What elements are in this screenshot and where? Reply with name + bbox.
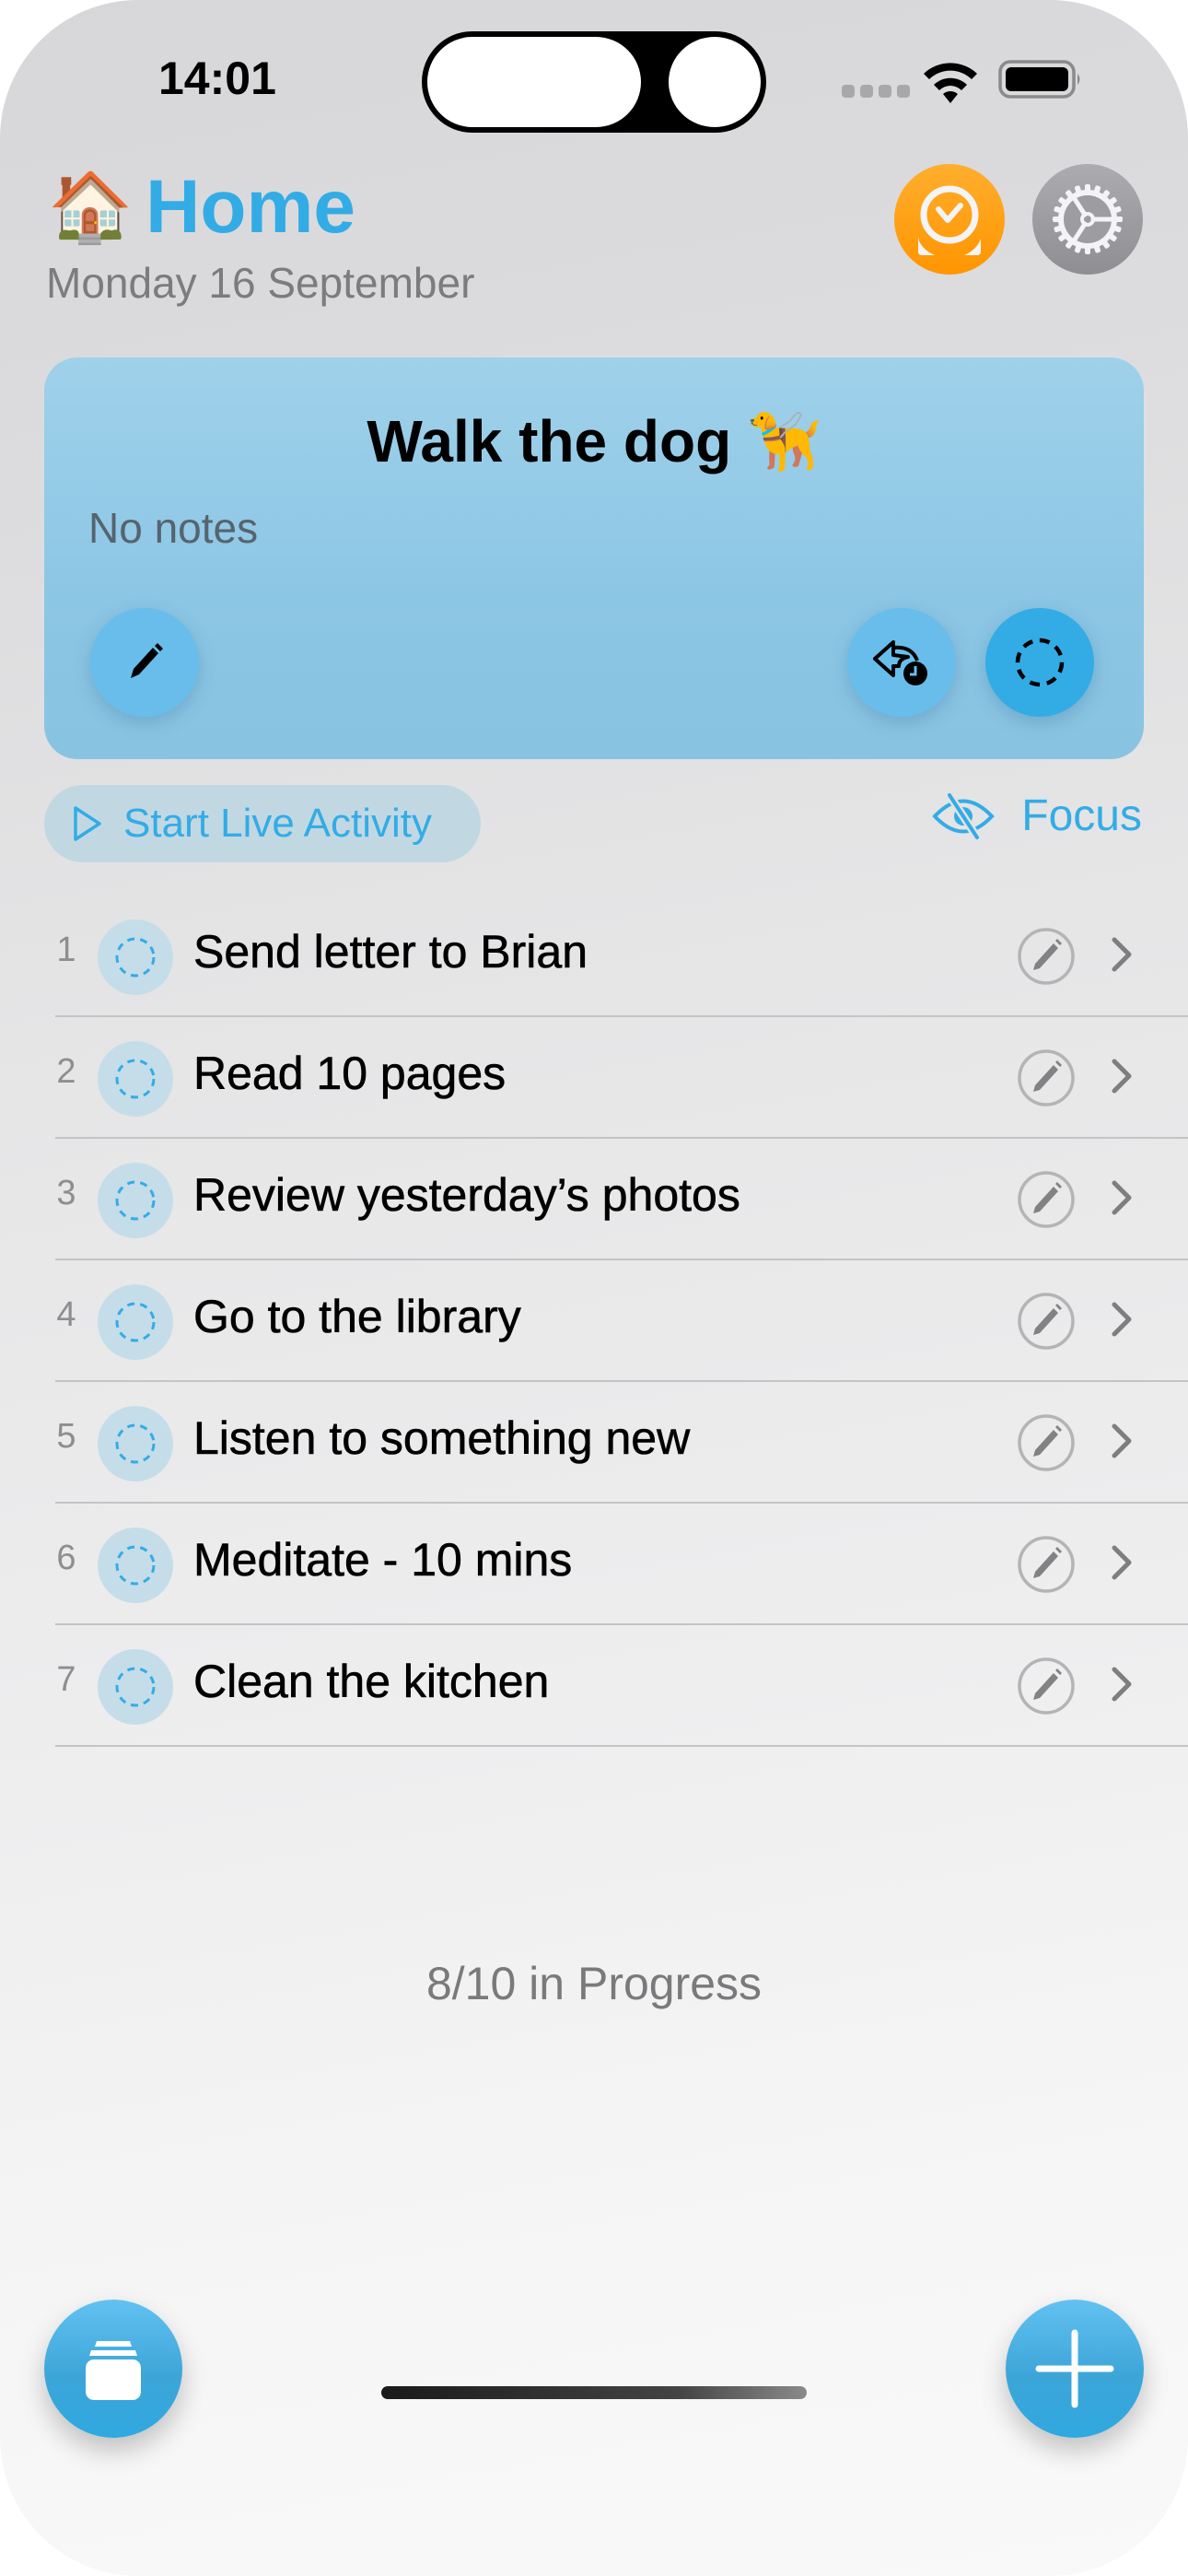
gear-icon — [1053, 184, 1123, 254]
home-indicator[interactable] — [381, 2386, 807, 2399]
task-row[interactable]: 4 Go to the library — [0, 1260, 1188, 1382]
dashed-circle-icon — [115, 1059, 156, 1099]
dashed-circle-icon — [115, 1545, 156, 1586]
task-edit-pencil-icon[interactable] — [1017, 927, 1076, 986]
page-title-text: Home — [146, 165, 355, 249]
task-edit-pencil-icon[interactable] — [1017, 1048, 1076, 1107]
dynamic-island-pill — [427, 37, 641, 127]
progress-summary: 8/10 in Progress — [425, 1958, 763, 2009]
cellular-signal-icon — [842, 85, 910, 98]
status-time: 14:01 — [158, 53, 276, 104]
start-live-activity-button[interactable]: Start Live Activity — [44, 785, 481, 862]
snooze-button[interactable] — [847, 608, 956, 717]
task-edit-pencil-icon[interactable] — [1017, 1292, 1076, 1351]
page-title: 🏠 Home — [48, 164, 355, 251]
task-number: 2 — [56, 1052, 76, 1091]
arrow-back-clock-icon — [873, 640, 927, 685]
add-task-button[interactable] — [1006, 2300, 1144, 2438]
dashed-circle-icon — [1015, 638, 1065, 687]
dashed-circle-icon — [115, 1302, 156, 1342]
dashed-circle-icon — [115, 1667, 156, 1707]
current-task-notes: No notes — [88, 504, 259, 552]
dynamic-island-dot — [669, 37, 761, 127]
task-row[interactable]: 5 Listen to something new — [0, 1382, 1188, 1504]
eye-slash-icon — [932, 792, 996, 839]
task-complete-toggle[interactable] — [98, 1406, 173, 1481]
task-row[interactable]: 3 Review yesterday’s photos — [0, 1139, 1188, 1260]
dynamic-island — [422, 31, 766, 133]
task-title: Send letter to Brian — [193, 926, 588, 978]
task-title: Meditate - 10 mins — [193, 1534, 573, 1587]
chevron-right-icon[interactable] — [1111, 1423, 1133, 1459]
gear-tooth — [1053, 217, 1060, 222]
task-complete-toggle[interactable] — [98, 1649, 173, 1725]
task-number: 3 — [56, 1174, 76, 1212]
task-number: 1 — [56, 931, 76, 969]
gear-tooth — [1115, 217, 1123, 222]
focus-label: Focus — [1021, 791, 1142, 840]
task-number: 4 — [56, 1295, 76, 1334]
task-title: Go to the library — [193, 1291, 521, 1343]
start-live-activity-label: Start Live Activity — [123, 801, 433, 846]
plus-icon — [1035, 2329, 1114, 2408]
task-number: 5 — [56, 1417, 76, 1456]
lists-button[interactable] — [44, 2300, 182, 2438]
battery-icon — [998, 60, 1080, 99]
task-edit-pencil-icon[interactable] — [1017, 1657, 1076, 1715]
chevron-right-icon[interactable] — [1111, 1301, 1133, 1338]
task-complete-toggle[interactable] — [98, 1163, 173, 1238]
date-subtitle: Monday 16 September — [46, 259, 475, 307]
task-row[interactable]: 6 Meditate - 10 mins — [0, 1504, 1188, 1625]
gear-tooth — [1085, 184, 1090, 192]
gear-tooth — [1085, 247, 1090, 254]
task-complete-toggle[interactable] — [98, 1528, 173, 1603]
play-icon — [74, 806, 101, 841]
focus-button[interactable]: Focus — [931, 790, 1142, 841]
task-edit-pencil-icon[interactable] — [1017, 1413, 1076, 1472]
task-number: 6 — [56, 1539, 76, 1577]
chevron-right-icon[interactable] — [1111, 1666, 1133, 1703]
task-complete-toggle[interactable] — [98, 919, 173, 995]
chevron-right-icon[interactable] — [1111, 936, 1133, 973]
stacked-cards-icon — [86, 2341, 141, 2400]
task-row[interactable]: 2 Read 10 pages — [0, 1017, 1188, 1139]
current-task-title: Walk the dog 🦮 — [367, 408, 821, 474]
chevron-right-icon[interactable] — [1111, 1544, 1133, 1581]
settings-button[interactable] — [1032, 164, 1143, 275]
task-complete-toggle[interactable] — [98, 1041, 173, 1117]
app-screen: 14:01 🏠 Home Monday 16 September Walk th… — [0, 0, 1188, 2576]
edit-button[interactable] — [90, 608, 199, 717]
dashed-circle-icon — [115, 1423, 156, 1464]
house-icon: 🏠 — [48, 169, 134, 245]
task-row[interactable]: 7 Clean the kitchen — [0, 1625, 1188, 1747]
alarm-button[interactable] — [894, 164, 1005, 275]
task-edit-pencil-icon[interactable] — [1017, 1170, 1076, 1229]
dashed-circle-icon — [115, 1180, 156, 1221]
chevron-right-icon[interactable] — [1111, 1058, 1133, 1095]
task-title: Clean the kitchen — [193, 1656, 550, 1708]
wifi-icon — [924, 63, 977, 103]
dashed-circle-icon — [115, 937, 156, 978]
current-task-card[interactable]: Walk the dog 🦮 No notes — [44, 357, 1144, 759]
alarm-clock-icon — [918, 185, 981, 255]
task-title: Read 10 pages — [193, 1048, 507, 1100]
complete-button[interactable] — [985, 608, 1094, 717]
task-row[interactable]: 1 Send letter to Brian — [0, 896, 1188, 1017]
task-complete-toggle[interactable] — [98, 1284, 173, 1360]
task-title: Review yesterday’s photos — [193, 1169, 740, 1222]
task-number: 7 — [56, 1660, 76, 1699]
pencil-icon — [131, 643, 163, 678]
chevron-right-icon[interactable] — [1111, 1179, 1133, 1216]
task-title: Listen to something new — [193, 1412, 691, 1465]
task-edit-pencil-icon[interactable] — [1017, 1535, 1076, 1594]
task-list: 1 Send letter to Brian 2 Read 10 pages 3… — [0, 896, 1188, 1747]
